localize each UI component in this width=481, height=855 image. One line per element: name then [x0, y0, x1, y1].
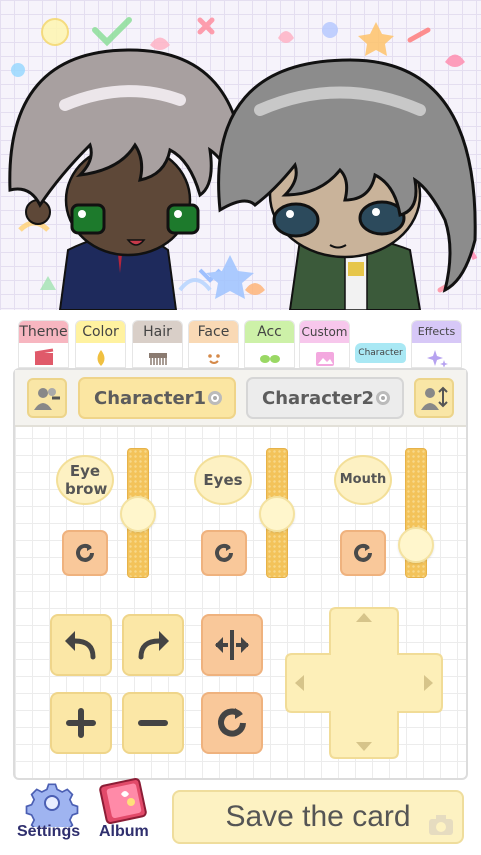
zoom-out-button[interactable] — [122, 692, 184, 754]
reset-position-button[interactable] — [201, 692, 263, 754]
glasses-icon — [259, 355, 280, 363]
reset-icon — [218, 708, 246, 737]
eyebrow-slider-knob[interactable] — [120, 496, 156, 532]
tab-effects[interactable]: Effects — [411, 320, 462, 368]
mouth-label-bubble: Mouth — [334, 455, 392, 505]
image-icon — [315, 352, 334, 366]
eyebrow-reset-button[interactable] — [62, 530, 108, 576]
album-label: Album — [99, 823, 149, 840]
character-preview — [0, 0, 481, 310]
clapperboard-icon — [34, 348, 53, 365]
save-card-label: Save the card — [225, 800, 411, 833]
character1-button[interactable]: Character1 — [78, 377, 236, 419]
character2-figure — [217, 58, 477, 310]
two-people-icon — [34, 388, 60, 410]
tab-face[interactable]: Face — [188, 320, 239, 368]
eyes-label: Eyes — [203, 471, 243, 489]
character2-radio — [376, 391, 390, 405]
minus-icon — [138, 720, 168, 726]
sparkle-icon — [426, 350, 448, 367]
tab-color[interactable]: Color — [75, 320, 126, 368]
flip-button[interactable] — [201, 614, 263, 676]
smile-face-icon — [207, 354, 220, 364]
eyes-label-bubble: Eyes — [194, 455, 252, 505]
save-card-button[interactable]: Save the card — [172, 790, 464, 844]
reset-icon — [215, 543, 233, 562]
tab-acc[interactable]: Acc — [244, 320, 295, 368]
comb-icon — [148, 353, 167, 365]
character-order-button[interactable] — [414, 378, 454, 418]
album-button[interactable] — [97, 772, 153, 824]
preview-illustration — [8, 17, 478, 310]
tab-character[interactable]: Character — [355, 343, 406, 369]
tab-label: Custom — [300, 321, 349, 343]
eyes-reset-button[interactable] — [201, 530, 247, 576]
redo-button[interactable] — [122, 614, 184, 676]
swap-character-button[interactable] — [27, 378, 67, 418]
settings-button[interactable] — [22, 779, 82, 837]
reset-icon — [76, 543, 94, 562]
mouth-reset-button[interactable] — [340, 530, 386, 576]
plus-icon — [66, 708, 96, 738]
tab-label: Face — [189, 321, 238, 343]
mouth-slider-knob[interactable] — [398, 527, 434, 564]
flip-horizontal-icon — [215, 630, 249, 660]
tab-label: Acc — [245, 321, 294, 343]
eyebrow-label: Eye brow — [65, 462, 108, 498]
tab-hair[interactable]: Hair — [132, 320, 183, 368]
dpad[interactable] — [284, 604, 444, 762]
character2-button[interactable]: Character2 — [246, 377, 404, 419]
camera-icon — [429, 815, 453, 835]
character2-label: Character2 — [262, 387, 375, 409]
tab-label: Effects — [412, 321, 461, 343]
character1-figure — [8, 48, 247, 310]
reset-icon — [354, 543, 372, 562]
person-up-down-icon — [421, 386, 448, 410]
mouth-slider[interactable] — [398, 448, 434, 578]
tab-label: Color — [76, 321, 125, 343]
character1-label: Character1 — [94, 387, 207, 409]
mouth-label: Mouth — [339, 472, 387, 487]
settings-label: Settings — [17, 823, 81, 840]
zoom-in-button[interactable] — [50, 692, 112, 754]
tab-label: Theme — [19, 321, 68, 343]
tab-custom[interactable]: Custom — [299, 320, 350, 368]
eyes-slider[interactable] — [259, 448, 295, 578]
tab-label: Hair — [133, 321, 182, 343]
eyebrow-label-bubble: Eye brow — [56, 455, 114, 505]
redo-arrow-icon — [138, 631, 169, 660]
droplet-icon — [97, 350, 104, 366]
album-book-icon — [99, 778, 147, 824]
gear-icon — [25, 783, 79, 837]
undo-arrow-icon — [65, 631, 96, 660]
eyebrow-slider[interactable] — [120, 448, 156, 578]
eyes-slider-knob[interactable] — [259, 496, 295, 532]
tab-label: Character — [355, 343, 406, 363]
undo-button[interactable] — [50, 614, 112, 676]
tab-theme[interactable]: Theme — [18, 320, 69, 368]
character1-radio — [208, 391, 222, 405]
